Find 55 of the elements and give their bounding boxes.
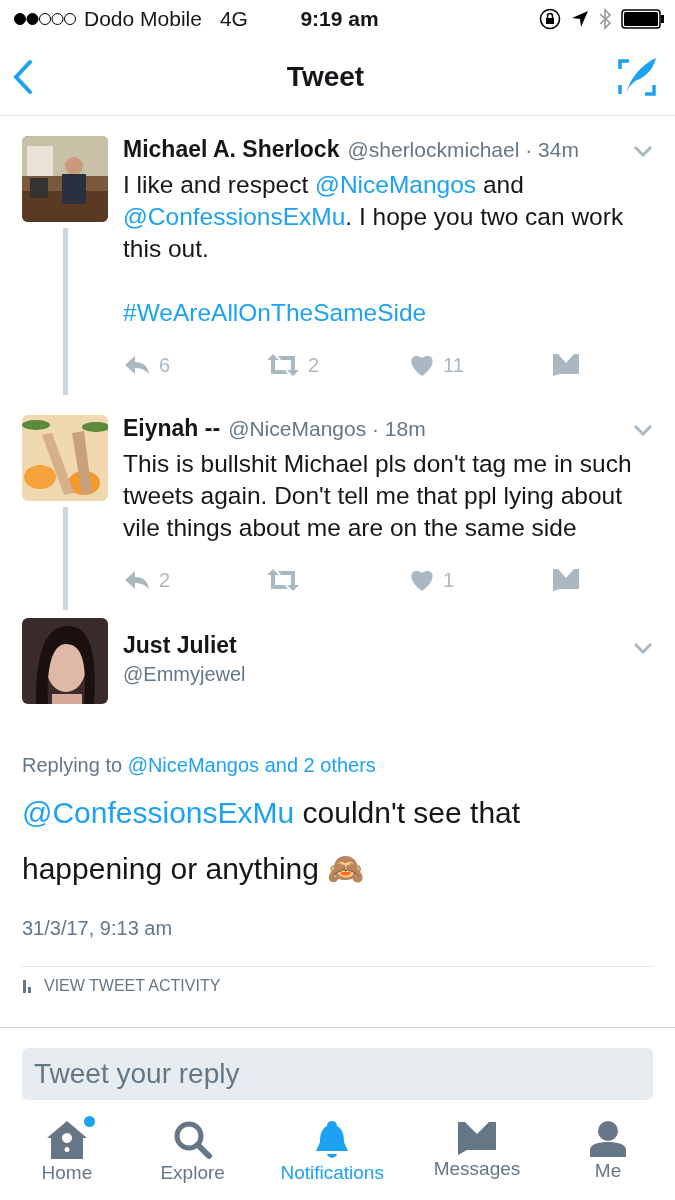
- rotation-lock-icon: [539, 8, 561, 30]
- action-count: 11: [443, 353, 464, 377]
- bell-icon: [314, 1120, 351, 1160]
- mention-link[interactable]: @NiceMangos: [315, 171, 477, 198]
- chevron-down-icon[interactable]: [633, 424, 653, 436]
- tweet-text: @ConfessionsExMu couldn't see that happening or anything 🙈: [22, 795, 522, 887]
- location-arrow-icon: [571, 10, 589, 28]
- signal-icon: [14, 12, 76, 26]
- tweet-text: This is bullshit Michael pls don't tag me in such tweets again. Don't tell me that ppl lying about vile things about me are on the same side: [123, 449, 633, 543]
- envelope-icon[interactable]: [552, 353, 580, 377]
- back-icon[interactable]: [12, 58, 34, 95]
- chevron-down-icon[interactable]: [633, 145, 653, 157]
- tab-bar-item[interactable]: Notifications: [278, 1112, 386, 1200]
- mention-link[interactable]: @ConfessionsExMu: [22, 796, 295, 829]
- envelope-icon[interactable]: [552, 568, 580, 592]
- birdhouse-icon: [45, 1120, 88, 1160]
- action-count: 2: [159, 568, 171, 592]
- retweet-icon[interactable]: [266, 568, 300, 592]
- tab-bar-item[interactable]: Me: [568, 1112, 649, 1200]
- tab-bar-item[interactable]: Explore: [152, 1112, 233, 1200]
- tweet-date: 31/3/17, 9:13 am: [22, 917, 174, 940]
- search-icon: [172, 1120, 213, 1160]
- envelope-icon: [456, 1120, 497, 1156]
- author-name[interactable]: Eiynah --: [123, 415, 221, 442]
- author-name[interactable]: Just Juliet: [123, 632, 618, 659]
- action-count: 1: [443, 568, 455, 592]
- view-activity-link[interactable]: VIEW TWEET ACTIVITY: [44, 977, 221, 995]
- handle-and-time: @sherlockmichael · 34m: [347, 138, 580, 162]
- action-count: 6: [159, 353, 171, 377]
- author-handle: @Emmyjewel: [123, 663, 247, 686]
- heart-icon[interactable]: [409, 568, 435, 592]
- bluetooth-icon: [599, 8, 611, 30]
- author-name[interactable]: Michael A. Sherlock: [123, 136, 340, 163]
- battery-icon: [621, 9, 665, 29]
- tab-bar-item[interactable]: Messages: [431, 1112, 523, 1200]
- status-time: 9:19 am: [300, 7, 379, 31]
- mention-link[interactable]: @NiceMangos and 2 others: [127, 754, 376, 776]
- replying-to-text: Replying to @NiceMangos and 2 others: [22, 754, 377, 777]
- heart-icon[interactable]: [409, 353, 435, 377]
- reply-field[interactable]: Tweet your reply: [22, 1048, 653, 1100]
- handle-and-time: @NiceMangos · 18m: [228, 417, 427, 441]
- mention-link[interactable]: @ConfessionsExMu: [123, 203, 346, 230]
- network-type: 4G: [219, 7, 248, 31]
- reply-icon[interactable]: [123, 569, 151, 591]
- person-icon: [589, 1120, 628, 1158]
- page-title: Tweet: [286, 60, 365, 93]
- reply-icon[interactable]: [123, 354, 151, 376]
- compose-icon[interactable]: [617, 56, 657, 97]
- carrier-name: Dodo Mobile: [84, 7, 202, 31]
- tweet-text: I like and respect @NiceMangos and @ConfessionsExMu. I hope you two can work this out.: [123, 170, 625, 264]
- chevron-down-icon[interactable]: [633, 642, 653, 654]
- action-count: 2: [308, 353, 320, 377]
- tab-bar-item[interactable]: Home: [26, 1112, 107, 1200]
- retweet-icon[interactable]: [266, 353, 300, 377]
- hashtag-link[interactable]: #WeAreAllOnTheSameSide: [123, 299, 427, 326]
